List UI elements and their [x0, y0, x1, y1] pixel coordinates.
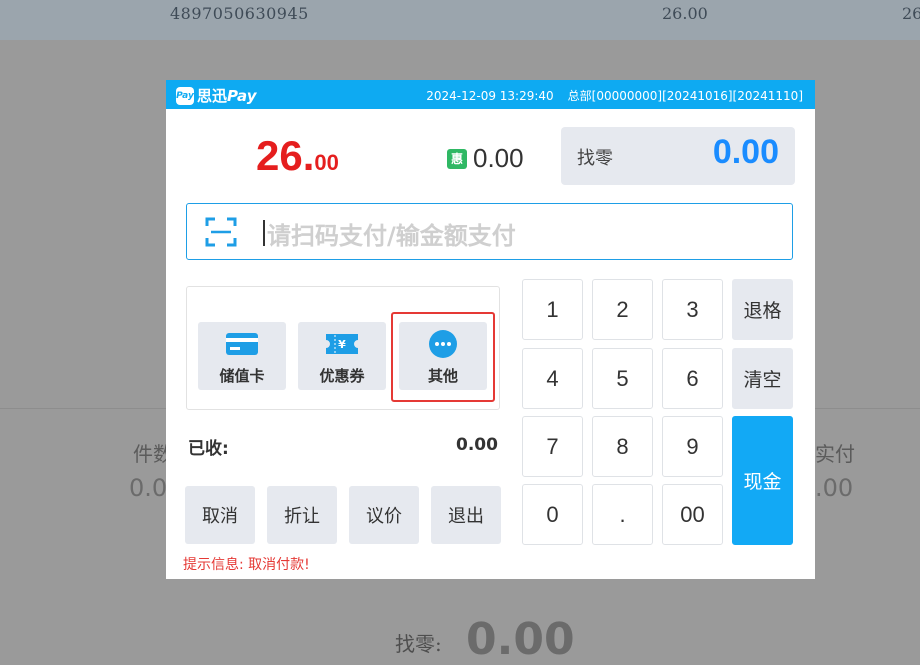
brand-name-cn: 思迅 — [197, 87, 228, 105]
amount-decimal: 00 — [314, 150, 339, 175]
key-9[interactable]: 9 — [662, 416, 723, 477]
bg-paid-label: 实付 — [815, 442, 855, 466]
bg-paid-value: .00 — [815, 474, 854, 502]
scan-icon — [205, 217, 237, 247]
brand-logo: Pay 思迅Pay — [176, 85, 257, 106]
selection-highlight — [391, 312, 495, 402]
bg-count-value: 0.0 — [129, 474, 168, 502]
discount-value: 0.00 — [473, 143, 524, 173]
bg-change-value: 0.00 — [466, 614, 575, 665]
change-label: 找零 — [577, 148, 613, 169]
key-3[interactable]: 3 — [662, 279, 723, 340]
key-7[interactable]: 7 — [522, 416, 583, 477]
discount-button[interactable]: 折让 — [267, 486, 337, 544]
pay-input-placeholder: 请扫码支付/输金额支付 — [267, 222, 516, 250]
store-info: 总部[00000000][20241016][20241110] — [567, 89, 803, 103]
key-0[interactable]: 0 — [522, 484, 583, 545]
key-dot[interactable]: . — [592, 484, 653, 545]
discount-icon: 惠 — [447, 148, 467, 169]
method-label: 储值卡 — [219, 367, 265, 385]
method-label: 优惠券 — [319, 367, 365, 385]
pay-input[interactable]: 请扫码支付/输金额支付 — [186, 203, 793, 260]
title-info: 2024-12-09 13:29:40 总部[00000000][20241016… — [426, 87, 803, 104]
received-value: 0.00 — [456, 435, 498, 455]
key-4[interactable]: 4 — [522, 348, 583, 409]
method-coupon[interactable]: ¥ 优惠券 — [298, 322, 386, 390]
svg-text:¥: ¥ — [338, 338, 346, 351]
pay-logo-icon: Pay — [176, 86, 194, 105]
clear-button[interactable]: 清空 — [732, 348, 793, 409]
card-icon — [226, 333, 258, 355]
coupon-icon: ¥ — [326, 334, 358, 354]
hint-message: 提示信息: 取消付款! — [183, 557, 310, 573]
change-box: 找零 0.00 — [561, 127, 795, 185]
key-8[interactable]: 8 — [592, 416, 653, 477]
amount-integer: 26. — [256, 132, 315, 179]
bg-partial-value: 26 — [902, 4, 920, 23]
key-5[interactable]: 5 — [592, 348, 653, 409]
brand-name-en: Pay — [227, 87, 257, 105]
change-value: 0.00 — [712, 133, 779, 171]
payment-dialog: Pay 思迅Pay 2024-12-09 13:29:40 总部[00000000… — [166, 80, 815, 579]
key-00[interactable]: 00 — [662, 484, 723, 545]
key-2[interactable]: 2 — [592, 279, 653, 340]
bg-change-label: 找零: — [395, 632, 442, 656]
method-stored-value-card[interactable]: 储值卡 — [198, 322, 286, 390]
cash-button[interactable]: 现金 — [732, 416, 793, 545]
price-negotiate-button[interactable]: 议价 — [349, 486, 419, 544]
exit-button[interactable]: 退出 — [431, 486, 501, 544]
brand-name: 思迅Pay — [197, 85, 257, 106]
key-6[interactable]: 6 — [662, 348, 723, 409]
bg-barcode: 4897050630945 — [170, 4, 309, 23]
received-label: 已收: — [188, 439, 229, 459]
discount-display: 惠 0.00 — [447, 143, 524, 174]
dialog-titlebar: Pay 思迅Pay 2024-12-09 13:29:40 总部[00000000… — [166, 80, 815, 109]
background-item-row: 4897050630945 26.00 26 — [0, 0, 920, 40]
cancel-button[interactable]: 取消 — [185, 486, 255, 544]
payable-amount: 26.00 — [256, 132, 339, 180]
bg-price: 26.00 — [662, 4, 708, 23]
key-1[interactable]: 1 — [522, 279, 583, 340]
backspace-button[interactable]: 退格 — [732, 279, 793, 340]
text-caret — [263, 220, 265, 246]
datetime: 2024-12-09 13:29:40 — [426, 89, 554, 103]
